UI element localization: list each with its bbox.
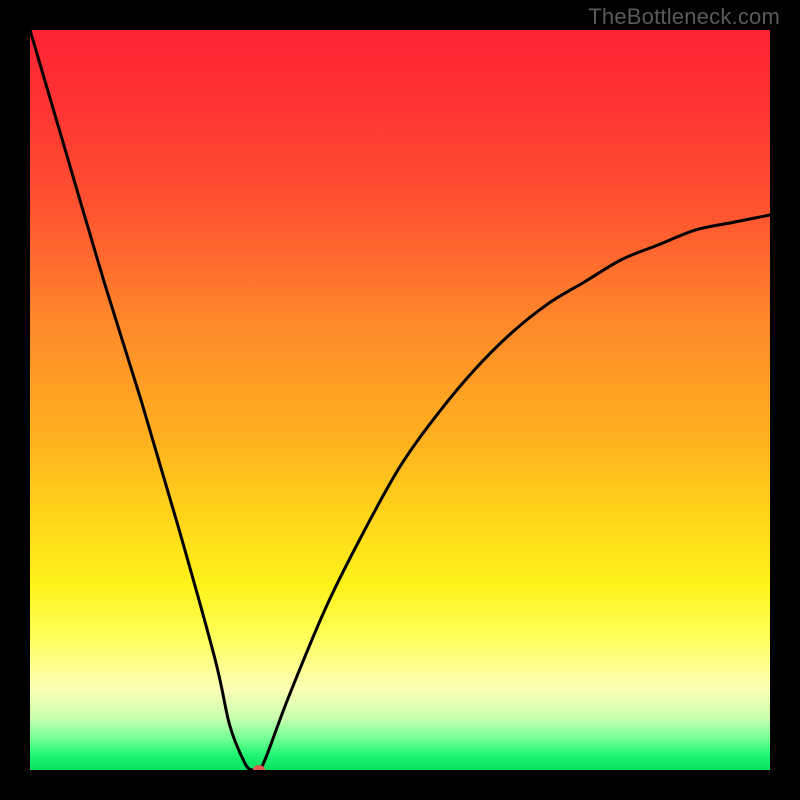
plot-area	[30, 30, 770, 770]
optimal-point-marker	[253, 765, 265, 770]
chart-frame: TheBottleneck.com	[0, 0, 800, 800]
watermark-label: TheBottleneck.com	[588, 4, 780, 30]
bottleneck-curve	[30, 30, 770, 770]
